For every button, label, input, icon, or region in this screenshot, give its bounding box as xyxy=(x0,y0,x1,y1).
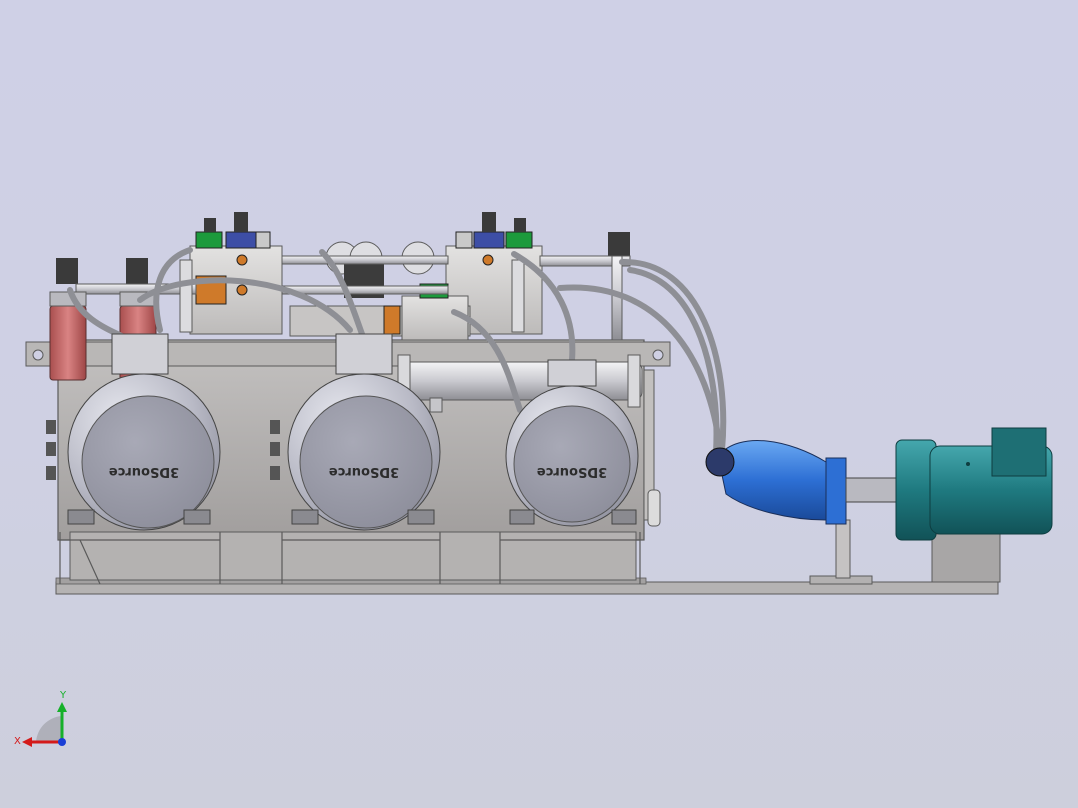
axial-piston-pump[interactable] xyxy=(705,440,897,525)
drive-motor[interactable] xyxy=(895,427,1053,541)
y-axis-label: Y xyxy=(59,690,67,701)
coordinate-triad: Y X xyxy=(14,690,67,747)
cad-viewport[interactable]: 3DSource 3DSource 3DSource Y X xyxy=(0,0,1078,808)
valve-manifold-left xyxy=(189,212,283,335)
motor-brand-label: 3DSource xyxy=(109,464,180,479)
valve-manifold-center xyxy=(281,241,471,341)
x-axis-label: X xyxy=(14,736,21,747)
z-axis-dot xyxy=(58,738,66,746)
motor-brand-label: 3DSource xyxy=(329,464,400,479)
hydraulic-unit-model[interactable]: 3DSource 3DSource 3DSource Y X xyxy=(0,0,1078,808)
motor-brand-label: 3DSource xyxy=(537,464,608,479)
